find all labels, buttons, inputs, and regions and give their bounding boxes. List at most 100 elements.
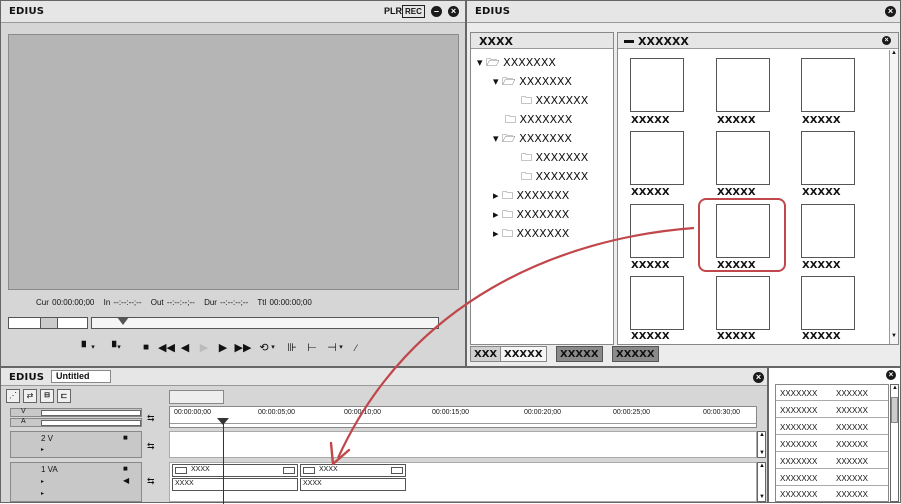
- player-window: EDIUS PLR REC – × Cur 00:00:00;00 In --:…: [0, 0, 466, 367]
- info-value: XXXXXX: [836, 406, 869, 415]
- clip-label: XXXXX: [631, 187, 670, 198]
- clip-thumbnail[interactable]: [716, 58, 770, 112]
- clip-thumbnail[interactable]: [630, 276, 684, 330]
- clip-name: XXXX: [303, 480, 322, 487]
- tree-item[interactable]: ▸ 🗀 XXXXXXX: [493, 187, 569, 206]
- bin-close-icon[interactable]: ×: [885, 6, 896, 17]
- clip-thumbnail[interactable]: [630, 131, 684, 185]
- rec-button[interactable]: REC: [402, 5, 425, 18]
- info-scrollbar[interactable]: ▲: [890, 384, 899, 502]
- clip-thumbnail[interactable]: [630, 58, 684, 112]
- clip-thumbnail[interactable]: [801, 204, 855, 258]
- clip-pane-close-icon[interactable]: ×: [882, 36, 891, 45]
- scroll-up-icon[interactable]: ▲: [892, 385, 898, 391]
- timeline-ruler[interactable]: 00:00:00;00 00:00:05;00 00:00:10;00 00:0…: [169, 406, 757, 428]
- close-icon[interactable]: ×: [448, 6, 459, 17]
- info-row: XXXXXXX XXXXXX: [776, 470, 888, 486]
- sync-icon[interactable]: ⇆: [147, 413, 155, 424]
- info-row: XXXXXXX XXXXXX: [776, 487, 888, 502]
- link-icon[interactable]: ⊏: [57, 389, 71, 403]
- folder-pane: XXXX ▾ 🗁 XXXXXXX ▾ 🗁 XXXXXXX 🗀 XXXXXXX 🗀…: [470, 32, 614, 345]
- playhead-marker-icon[interactable]: [217, 418, 229, 425]
- scroll-up-icon[interactable]: ▲: [891, 50, 897, 56]
- tab-2[interactable]: XXXXX: [500, 346, 547, 362]
- mark-out-dropdown-icon[interactable]: ▾: [115, 341, 123, 355]
- clip-thumbnail[interactable]: [801, 276, 855, 330]
- fast-forward-icon[interactable]: ▶▶: [234, 341, 252, 355]
- timeline-clip-audio[interactable]: XXXX: [172, 478, 298, 491]
- minimize-icon[interactable]: –: [431, 6, 442, 17]
- loop-dropdown-icon[interactable]: ▾: [269, 341, 277, 355]
- step-forward-icon[interactable]: ▶: [216, 341, 230, 355]
- video-toggle-icon[interactable]: ■: [123, 433, 128, 442]
- clip-thumbnail[interactable]: [801, 131, 855, 185]
- shuttle-slider[interactable]: [8, 317, 88, 329]
- render-icon[interactable]: ⁄: [349, 341, 363, 355]
- export-dropdown-icon[interactable]: ▾: [337, 341, 345, 355]
- clip-thumbnail[interactable]: [630, 204, 684, 258]
- tree-item[interactable]: 🗀 XXXXXXX: [505, 111, 572, 130]
- clip-pane-scrollbar[interactable]: ▲ ▼: [889, 50, 898, 344]
- tree-item[interactable]: ▾ 🗁 XXXXXXX: [493, 73, 572, 92]
- clip-thumbnail[interactable]: [716, 276, 770, 330]
- clip-label: XXXXX: [717, 187, 756, 198]
- audio-icon[interactable]: ◀: [123, 476, 129, 485]
- tree-item-root[interactable]: ▾ 🗁 XXXXXXX: [477, 54, 556, 73]
- timeline-clip-audio[interactable]: XXXX: [300, 478, 406, 491]
- track-2v-sync-icon[interactable]: ⇆: [147, 441, 155, 452]
- tree-item[interactable]: 🗀 XXXXXXX: [521, 149, 588, 168]
- scroll-thumb[interactable]: [891, 397, 898, 423]
- play-icon[interactable]: ▶: [197, 341, 211, 355]
- mark-in-dropdown-icon[interactable]: ▾: [89, 341, 97, 355]
- position-slider[interactable]: [91, 317, 439, 329]
- shuttle-handle[interactable]: [40, 318, 58, 328]
- scroll-up-icon[interactable]: ▲: [759, 463, 765, 469]
- tree-item[interactable]: ▸ 🗀 XXXXXXX: [493, 225, 569, 244]
- timeline-clip-video[interactable]: XXXX: [172, 464, 298, 477]
- transport-controls: ▘ ▾ ▝ ▾ ■ ◀◀ ◀ ▶ ▶ ▶▶ ⟲ ▾ ⊪ ⊢ ⊣ ▾ ⁄: [79, 341, 439, 357]
- playhead-marker-icon[interactable]: [117, 317, 129, 325]
- expand-icon[interactable]: ▸: [41, 490, 44, 497]
- expand-icon[interactable]: ▸: [41, 446, 44, 453]
- insert-icon[interactable]: ⊪: [285, 341, 299, 355]
- scroll-down-icon[interactable]: ▼: [759, 450, 765, 456]
- track-v-slider[interactable]: [41, 410, 141, 416]
- select-tool-icon[interactable]: ⋰: [6, 389, 20, 403]
- timeline-playhead[interactable]: [223, 418, 224, 504]
- stop-icon[interactable]: ■: [139, 341, 153, 355]
- clip-pane: ▬ XXXXXX × ▲ ▼ XXXXX XXXXX XXXXX XXXXX X…: [617, 32, 899, 345]
- overwrite-icon[interactable]: ⊢: [305, 341, 319, 355]
- tree-item[interactable]: ▸ 🗀 XXXXXXX: [493, 206, 569, 225]
- expand-icon[interactable]: ▸: [41, 478, 44, 485]
- dur-timecode: Dur --:--:--;--: [204, 298, 249, 307]
- folder-icon: ▬: [624, 35, 634, 46]
- ruler-tick: 00:00:10;00: [344, 409, 381, 416]
- tab-4[interactable]: XXXXX: [612, 346, 659, 362]
- tree-item[interactable]: 🗀 XXXXXXX: [521, 92, 588, 111]
- info-key: XXXXXXX: [780, 389, 818, 398]
- tree-item[interactable]: ▾ 🗁 XXXXXXX: [493, 130, 572, 149]
- timeline-close-icon[interactable]: ×: [753, 372, 764, 383]
- scroll-up-icon[interactable]: ▲: [759, 432, 765, 438]
- clip-thumbnail[interactable]: [801, 58, 855, 112]
- sequence-name: Untitled: [51, 370, 111, 383]
- video-toggle-icon[interactable]: ■: [123, 464, 128, 473]
- step-back-icon[interactable]: ◀: [178, 341, 192, 355]
- clip-thumbnail[interactable]: [716, 131, 770, 185]
- track-1va-sync-icon[interactable]: ⇆: [147, 476, 155, 487]
- tree-item[interactable]: 🗀 XXXXXXX: [521, 168, 588, 187]
- track-2v-scrollbar[interactable]: ▲ ▼: [757, 431, 766, 458]
- scroll-down-icon[interactable]: ▼: [891, 333, 897, 339]
- scroll-down-icon[interactable]: ▼: [759, 494, 765, 500]
- timeline-clip-video[interactable]: XXXX: [300, 464, 406, 477]
- sync-lock-icon[interactable]: ⊟: [40, 389, 54, 403]
- track-1va-scrollbar[interactable]: ▲ ▼: [757, 462, 766, 502]
- timeline-scale-box[interactable]: [169, 390, 224, 404]
- tab-1[interactable]: XXX: [470, 346, 502, 362]
- info-panel-close-icon[interactable]: ×: [886, 370, 896, 380]
- tab-3[interactable]: XXXXX: [556, 346, 603, 362]
- ripple-tool-icon[interactable]: ⇄: [23, 389, 37, 403]
- clip-label: XXXXX: [717, 331, 756, 342]
- rewind-icon[interactable]: ◀◀: [158, 341, 175, 355]
- track-a-dropdown[interactable]: [41, 420, 141, 426]
